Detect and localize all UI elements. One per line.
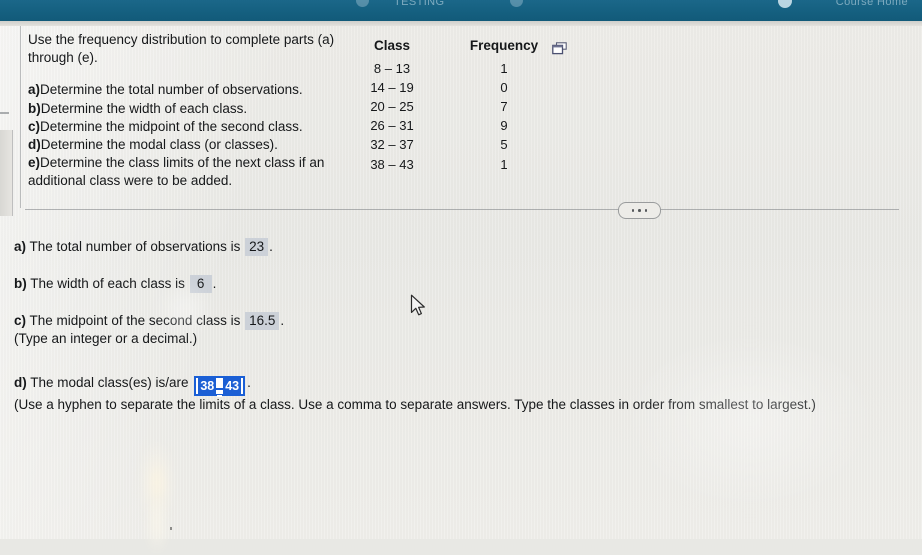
- modal-class-input[interactable]: 38 43: [194, 376, 246, 397]
- table-row: 8 – 13 1: [352, 59, 554, 78]
- answer-d-suffix: .: [247, 375, 251, 390]
- freq-table-body: 8 – 13 1 14 – 19 0 20 – 25 7 26 – 31 9 3…: [352, 59, 554, 174]
- answer-line-c: c) The midpoint of the second class is 1…: [14, 312, 914, 330]
- left-panel-edge: [0, 130, 13, 216]
- answer-b-text: The width of each class is: [26, 276, 189, 291]
- topbar-right-label[interactable]: Course Home: [836, 0, 908, 8]
- part-b-text: Determine the width of each class.: [40, 100, 248, 116]
- part-a-text: Determine the total number of observatio…: [40, 82, 303, 98]
- screen-speck: [170, 527, 172, 530]
- more-options-button[interactable]: [618, 202, 661, 219]
- answer-c-text: The midpoint of the second class is: [26, 313, 245, 328]
- top-separator-band: [0, 21, 922, 26]
- problem-parts-list: a)Determine the total number of observat…: [28, 81, 348, 190]
- answer-b-label: b): [14, 276, 27, 291]
- cell-class: 32 – 37: [370, 137, 414, 153]
- topbar-title: TESTING: [394, 0, 445, 8]
- cell-frequency: 0: [500, 79, 508, 95]
- cell-frequency: 7: [500, 98, 508, 114]
- answer-a-label: a): [14, 239, 27, 254]
- table-header-row: Class Frequency: [352, 38, 554, 59]
- problem-part-b: b)Determine the width of each class.: [28, 100, 348, 118]
- content-left-rule: [20, 26, 21, 208]
- answer-a-text: The total number of observations is: [26, 239, 245, 254]
- cell-class: 20 – 25: [370, 98, 414, 114]
- answer-line-b: b) The width of each class is 6.: [14, 275, 914, 293]
- problem-part-a: a)Determine the total number of observat…: [28, 81, 348, 99]
- answers-section: a) The total number of observations is 2…: [14, 238, 914, 414]
- answer-b-suffix: .: [212, 276, 217, 291]
- column-header-frequency: Frequency: [469, 38, 539, 53]
- table-row: 32 – 37 5: [352, 136, 554, 155]
- app-top-bar: TESTING Course Home: [0, 0, 922, 21]
- cell-frequency: 1: [500, 156, 508, 172]
- problem-intro: Use the frequency distribution to comple…: [28, 32, 335, 66]
- problem-part-d: d)Determine the modal class (or classes)…: [28, 136, 348, 154]
- answer-c-value[interactable]: 16.5: [245, 312, 280, 330]
- part-e-text: Determine the class limits of the next c…: [28, 155, 325, 189]
- answer-d-hint: (Use a hyphen to separate the limits of …: [14, 397, 816, 412]
- answer-d-label: d): [14, 375, 27, 390]
- table-row: 38 – 43 1: [352, 155, 554, 174]
- part-b-label: b): [28, 100, 41, 116]
- cell-class: 38 – 43: [370, 156, 414, 172]
- answer-b-value[interactable]: 6: [189, 275, 212, 293]
- frequency-distribution-table: Class Frequency 8 – 13 1 14 – 19 0 20 – …: [352, 38, 554, 174]
- screen-glare: [140, 440, 174, 526]
- modal-class-input-right: 43: [223, 378, 242, 394]
- part-c-label: c): [28, 118, 41, 134]
- ellipsis-icon: [638, 209, 641, 212]
- answer-c-hint: (Type an integer or a decimal.): [14, 331, 198, 346]
- cell-frequency: 1: [500, 60, 508, 76]
- part-d-label: d): [28, 137, 41, 153]
- table-row: 26 – 31 9: [352, 117, 554, 136]
- screen-surface: TESTING Course Home Use the frequency di…: [0, 0, 922, 555]
- screen-glare: [146, 495, 168, 555]
- table-row: 20 – 25 7: [352, 97, 554, 116]
- answer-a-suffix: .: [269, 239, 273, 254]
- account-avatar-icon[interactable]: [778, 0, 792, 8]
- popup-window-icon[interactable]: [552, 42, 567, 55]
- left-edge-mark: [0, 112, 9, 114]
- answer-d-text: The modal class(es) is/are: [26, 375, 193, 390]
- topbar-icon-right[interactable]: [510, 0, 523, 7]
- answer-c-suffix: .: [280, 313, 285, 328]
- cell-class: 26 – 31: [370, 118, 414, 134]
- table-row: 14 – 19 0: [352, 78, 554, 97]
- column-header-class: Class: [373, 38, 411, 53]
- cell-frequency: 9: [500, 118, 508, 134]
- cell-class: 8 – 13: [373, 60, 411, 76]
- section-divider: [25, 209, 899, 210]
- answer-line-a: a) The total number of observations is 2…: [14, 238, 914, 256]
- freq-table-head: Class Frequency: [352, 38, 554, 59]
- modal-class-input-separator: [216, 388, 224, 397]
- problem-statement: Use the frequency distribution to comple…: [28, 31, 348, 191]
- part-a-label: a): [28, 82, 41, 98]
- answer-line-d: d) The modal class(es) is/are 38 43.: [14, 374, 914, 397]
- part-d-text: Determine the modal class (or classes).: [40, 137, 278, 153]
- problem-part-c: c)Determine the midpoint of the second c…: [28, 118, 348, 136]
- part-c-text: Determine the midpoint of the second cla…: [40, 118, 303, 134]
- part-e-label: e): [28, 155, 41, 171]
- cell-frequency: 5: [500, 137, 508, 153]
- answer-c-label: c): [14, 313, 27, 328]
- ellipsis-icon: [631, 209, 635, 212]
- modal-class-input-left: 38: [198, 378, 217, 394]
- answer-a-value[interactable]: 23: [245, 238, 269, 256]
- topbar-icon-left[interactable]: [356, 0, 369, 7]
- problem-part-e: e)Determine the class limits of the next…: [28, 154, 348, 190]
- freq-table-element: Class Frequency 8 – 13 1 14 – 19 0 20 – …: [352, 38, 554, 174]
- ellipsis-icon: [644, 209, 648, 212]
- cell-class: 14 – 19: [370, 79, 414, 95]
